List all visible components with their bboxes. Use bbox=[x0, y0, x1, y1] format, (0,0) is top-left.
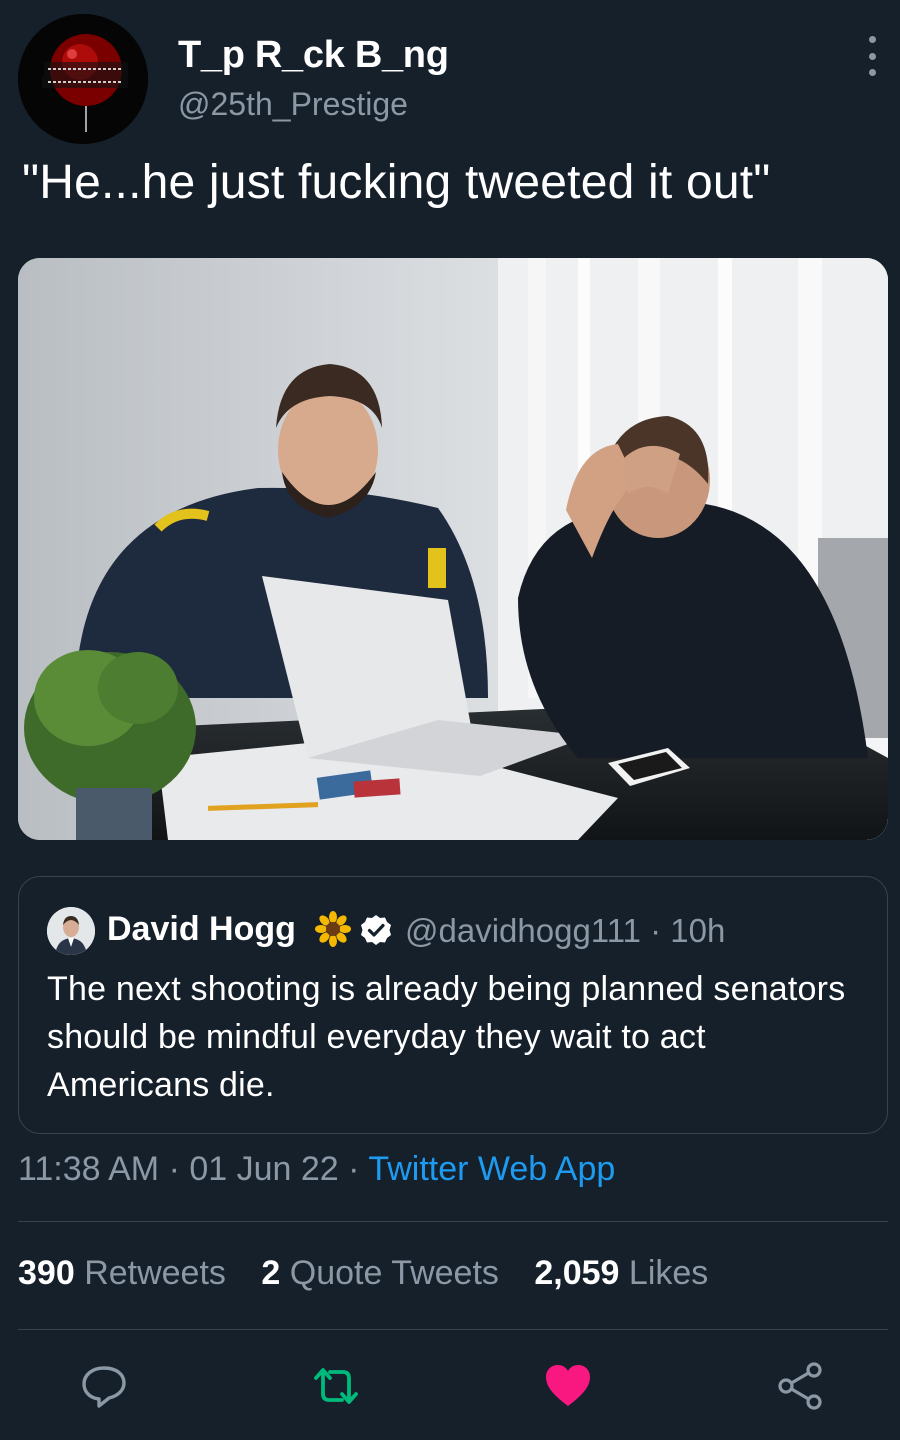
meta-separator: · bbox=[159, 1150, 190, 1188]
like-button[interactable] bbox=[542, 1360, 594, 1412]
quoted-tweet[interactable]: David Hogg @davidhogg111 · 10h The next … bbox=[18, 876, 888, 1134]
author-display-name[interactable]: T_p R_ck B_ng bbox=[178, 34, 449, 77]
quote-tweets-count: 2 bbox=[261, 1254, 281, 1292]
quoted-tweet-text: The next shooting is already being plann… bbox=[47, 970, 846, 1104]
reply-button[interactable] bbox=[78, 1360, 130, 1412]
retweet-icon bbox=[314, 1368, 358, 1404]
sunflower-icon bbox=[315, 911, 351, 947]
tweet-time[interactable]: 11:38 AM bbox=[18, 1150, 159, 1188]
more-dot-icon bbox=[868, 52, 876, 60]
likes-stat[interactable]: 2,059 Likes bbox=[534, 1254, 708, 1293]
tweet-text: "He...he just fucking tweeted it out" bbox=[22, 156, 771, 209]
tweet-header: T_p R_ck B_ng @25th_Prestige bbox=[18, 14, 884, 146]
retweet-button[interactable] bbox=[310, 1360, 362, 1412]
like-icon bbox=[546, 1365, 590, 1406]
likes-count: 2,059 bbox=[534, 1254, 620, 1292]
quote-tweets-stat[interactable]: 2 Quote Tweets bbox=[261, 1254, 499, 1293]
retweets-stat[interactable]: 390 Retweets bbox=[18, 1254, 226, 1293]
retweets-label: Retweets bbox=[84, 1254, 226, 1292]
share-icon bbox=[778, 1362, 822, 1410]
quote-tweets-label: Quote Tweets bbox=[289, 1254, 499, 1292]
share-button[interactable] bbox=[774, 1360, 826, 1412]
retweets-count: 390 bbox=[18, 1254, 75, 1292]
tweet-stats: 390 Retweets 2 Quote Tweets 2,059 Likes bbox=[18, 1254, 888, 1293]
divider bbox=[18, 1329, 888, 1330]
quoted-author-handle-time[interactable]: @davidhogg111 · 10h bbox=[405, 912, 725, 950]
tweet-photo[interactable] bbox=[18, 258, 888, 840]
quoted-author-name[interactable]: David Hogg bbox=[107, 910, 296, 949]
more-dot-icon bbox=[868, 36, 876, 43]
meta-separator: · bbox=[338, 1150, 369, 1188]
likes-label: Likes bbox=[628, 1254, 709, 1292]
reply-icon bbox=[82, 1366, 126, 1408]
photo-office-scene bbox=[18, 258, 888, 840]
verified-icon bbox=[361, 915, 391, 945]
quoted-author-avatar[interactable] bbox=[47, 907, 95, 955]
divider bbox=[18, 1221, 888, 1222]
tweet-source-link[interactable]: Twitter Web App bbox=[368, 1150, 615, 1188]
tweet-date[interactable]: 01 Jun 22 bbox=[189, 1150, 338, 1188]
more-dot-icon bbox=[868, 69, 876, 76]
tweet-timestamp: 11:38 AM · 01 Jun 22 · Twitter Web App bbox=[18, 1150, 615, 1189]
author-avatar[interactable] bbox=[18, 14, 148, 144]
more-options-button[interactable] bbox=[860, 36, 884, 76]
author-handle[interactable]: @25th_Prestige bbox=[178, 86, 408, 123]
tweet-action-bar bbox=[0, 1356, 900, 1420]
